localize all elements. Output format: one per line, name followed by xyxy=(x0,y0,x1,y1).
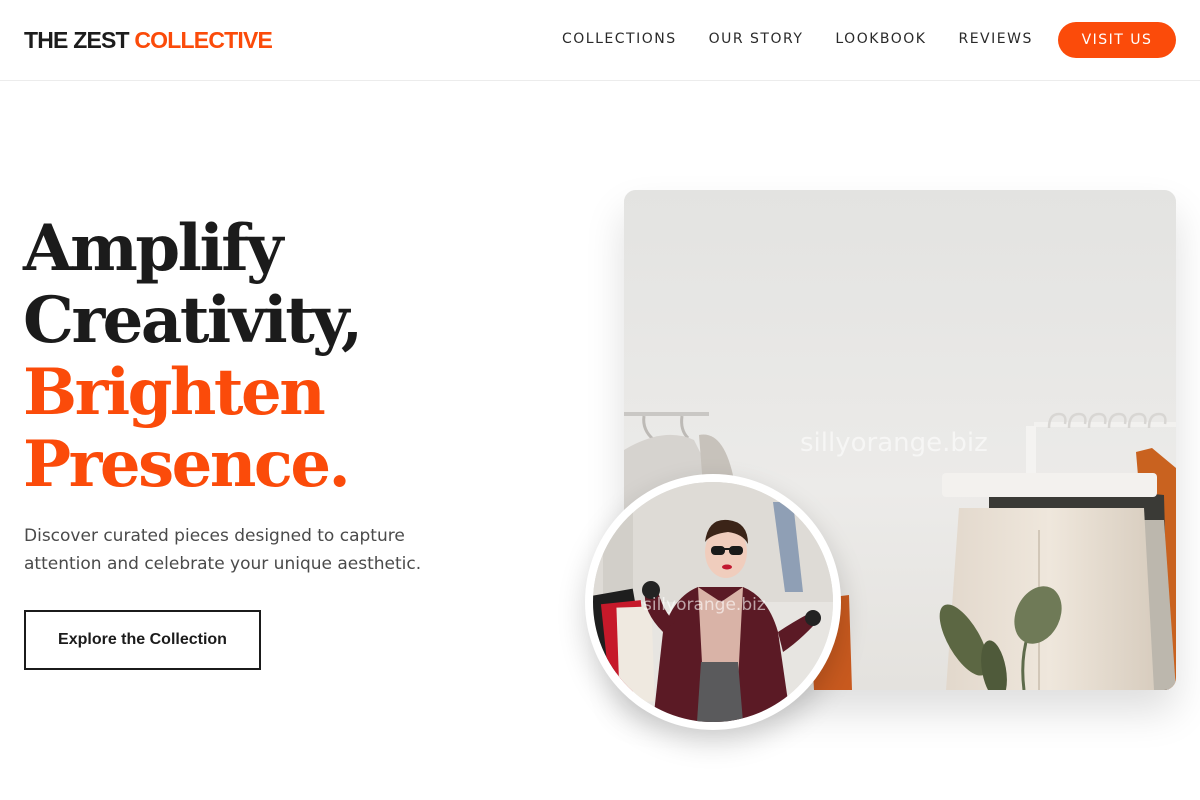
nav-link-our-story[interactable]: OUR STORY xyxy=(709,31,804,48)
shopper-portrait-image: sillyorange.biz xyxy=(593,482,833,722)
main-nav: COLLECTIONS OUR STORY LOOKBOOK REVIEWS xyxy=(562,31,1065,48)
watermark-text-small: sillyorange.biz xyxy=(643,595,766,615)
visit-us-button[interactable]: VISIT US xyxy=(1058,22,1176,58)
headline-line-4: Presence. xyxy=(23,427,351,502)
brand-logo[interactable]: THE ZEST COLLECTIVE xyxy=(24,27,273,54)
headline-line-1: Amplify xyxy=(23,211,283,286)
brand-name-part1: THE ZEST xyxy=(24,27,130,53)
top-navigation-bar: THE ZEST COLLECTIVE COLLECTIONS OUR STOR… xyxy=(0,0,1200,81)
shopper-portrait-frame: sillyorange.biz xyxy=(585,474,841,730)
watermark-text: sillyorange.biz xyxy=(800,428,988,458)
nav-link-reviews[interactable]: REVIEWS xyxy=(958,31,1032,48)
hero-headline: Amplify Creativity, Brighten Presence. xyxy=(23,211,363,502)
hero-description: Discover curated pieces designed to capt… xyxy=(24,526,422,574)
headline-line-3: Brighten xyxy=(23,355,326,430)
nav-link-lookbook[interactable]: LOOKBOOK xyxy=(835,31,926,48)
headline-line-2: Creativity, xyxy=(23,283,363,358)
brand-name-part2: COLLECTIVE xyxy=(134,27,273,53)
explore-collection-button[interactable]: Explore the Collection xyxy=(24,610,261,670)
nav-link-collections[interactable]: COLLECTIONS xyxy=(562,31,677,48)
